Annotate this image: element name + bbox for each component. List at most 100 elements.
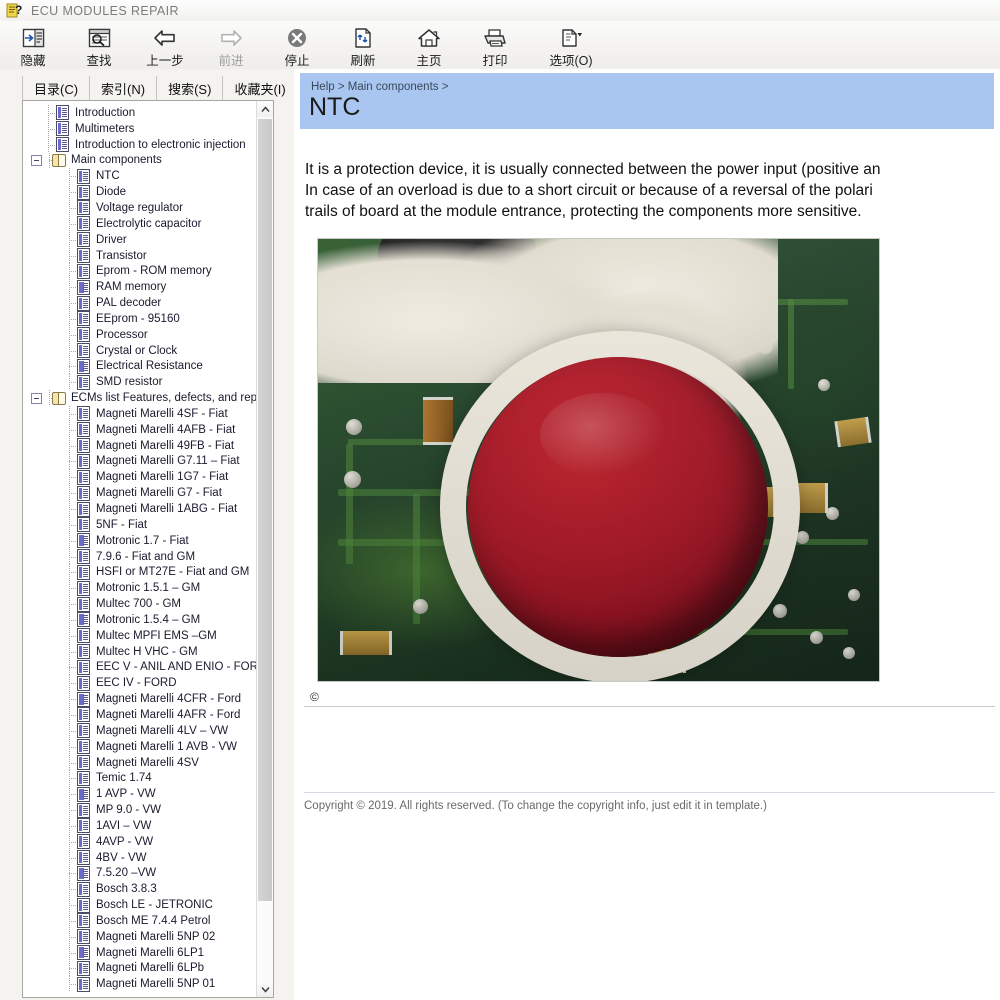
tree-item[interactable]: Magneti Marelli 5NP 01 [23,976,257,993]
tree-item[interactable]: Processor [23,326,257,343]
tree-connector [64,247,77,264]
tree-item[interactable]: RAM memory [23,279,257,295]
tree-item-label: Processor [96,328,148,341]
tree-connector [64,976,77,993]
tree-connector [64,469,77,486]
tree-item[interactable]: Electrolytic capacitor [23,215,257,232]
forward-button-label: 前进 [218,54,244,68]
tree-item[interactable]: Multec 700 - GM [23,596,257,612]
tree-item[interactable]: Voltage regulator [23,200,257,216]
tree-item[interactable]: Temic 1.74 [23,770,257,787]
tree-item[interactable]: Transistor [23,247,257,264]
tree-item[interactable]: Magneti Marelli 6LPb [23,960,257,977]
tab-index[interactable]: 索引(N) [90,76,158,100]
tree-item[interactable]: Motronic 1.7 - Fiat [23,532,257,549]
tree-item[interactable]: Motronic 1.5.4 – GM [23,612,257,628]
tree-item-label: Magneti Marelli 1ABG - Fiat [96,503,238,516]
tree-item[interactable]: 7.5.20 –VW [23,865,257,882]
document-icon [77,707,90,723]
refresh-button[interactable]: 刷新 [330,24,396,69]
home-button[interactable]: 主页 [396,24,462,69]
stop-button-label: 停止 [284,54,310,68]
options-button[interactable]: 选项(O) [528,24,614,69]
tree-item[interactable]: EEC V - ANIL AND ENIO - FORD [23,659,257,676]
tree-item[interactable]: Magneti Marelli 1ABG - Fiat [23,501,257,517]
tree-item[interactable]: EEC IV - FORD [23,675,257,692]
tree-item[interactable]: Motronic 1.5.1 – GM [23,580,257,597]
tree-item[interactable]: 4BV - VW [23,849,257,866]
tree-item[interactable]: Magneti Marelli 1G7 - Fiat [23,469,257,486]
tree-item[interactable]: Bosch ME 7.4.4 Petrol [23,913,257,929]
tree-item[interactable]: Magneti Marelli 4SV [23,754,257,771]
tree-item[interactable]: Introduction [23,105,257,121]
tree-item[interactable]: Magneti Marelli G7.11 – Fiat [23,453,257,470]
tree-item[interactable]: Main components [23,152,257,169]
tree-item[interactable]: ECMs list Features, defects, and repair [23,390,257,406]
tree-item[interactable]: Magneti Marelli 6LP1 [23,944,257,961]
tree-expander-collapse-icon[interactable] [31,392,42,404]
tree-item[interactable]: Crystal or Clock [23,342,257,359]
ntc-photo [317,238,880,682]
forward-button[interactable]: 前进 [198,24,264,69]
tree-item[interactable]: Magneti Marelli 4SF - Fiat [23,406,257,422]
tree-item[interactable]: Electrical Resistance [23,358,257,375]
forward-arrow-icon [218,26,244,49]
document-icon [77,533,90,549]
tree-connector [64,564,77,581]
tree-item-label: 7.5.20 –VW [96,867,157,880]
book-icon [52,153,66,167]
tree-item[interactable]: PAL decoder [23,295,257,311]
tree-item[interactable]: Magneti Marelli 4LV – VW [23,722,257,739]
find-button[interactable]: 查找 [66,24,132,69]
tree-item[interactable]: Multec MPFI EMS –GM [23,627,257,644]
scroll-up-arrow-icon[interactable] [257,101,273,117]
tree-item[interactable]: Bosch LE - JETRONIC [23,897,257,913]
tab-search[interactable]: 搜索(S) [157,76,224,100]
tree-item[interactable]: 1 AVP - VW [23,786,257,802]
document-icon [77,675,90,691]
tree-connector [64,865,77,882]
tree-item[interactable]: MP 9.0 - VW [23,802,257,818]
tree-connector [64,215,77,232]
tree-expander-collapse-icon[interactable] [31,154,42,166]
tree-connector [64,326,77,343]
tree-item[interactable]: Magneti Marelli G7 - Fiat [23,485,257,501]
tree-item[interactable]: 5NF - Fiat [23,516,257,533]
hide-button[interactable]: 隐藏 [0,24,66,69]
tab-contents[interactable]: 目录(C) [22,76,91,100]
print-button[interactable]: 打印 [462,24,528,69]
back-button[interactable]: 上一步 [132,24,198,69]
tree-item[interactable]: Bosch 3.8.3 [23,881,257,898]
tree-scroll-thumb[interactable] [258,119,272,901]
tree-item[interactable]: Magneti Marelli 49FB - Fiat [23,437,257,454]
tree-item[interactable]: Magneti Marelli 5NP 02 [23,928,257,945]
tree-item[interactable]: 7.9.6 - Fiat and GM [23,548,257,565]
tree-item[interactable]: Magneti Marelli 4CFR - Ford [23,691,257,707]
article-body: It is a protection device, it is usually… [305,159,1000,222]
tree-item[interactable]: Multimeters [23,120,257,137]
tree-item[interactable]: EEprom - 95160 [23,310,257,327]
tree-item[interactable]: Driver [23,231,257,248]
tree-item[interactable]: HSFI or MT27E - Fiat and GM [23,564,257,581]
tree-item[interactable]: Magneti Marelli 1 AVB - VW [23,738,257,755]
tree-item-label: NTC [96,170,120,183]
scroll-down-arrow-icon[interactable] [257,981,273,997]
document-icon [77,929,90,945]
tree-item[interactable]: NTC [23,168,257,185]
tree-item[interactable]: 4AVP - VW [23,833,257,850]
tab-favorites[interactable]: 收藏夹(I) [223,76,298,100]
contents-tree[interactable]: Introduction Multimeters Introduction to e… [22,100,274,998]
tree-item[interactable]: Multec H VHC - GM [23,643,257,660]
tree-item[interactable]: Eprom - ROM memory [23,263,257,280]
stop-button[interactable]: 停止 [264,24,330,69]
print-icon [482,26,508,49]
sidebar-tabs: 目录(C) 索引(N) 搜索(S) 收藏夹(I) [22,72,298,100]
image-copyright-mark: © [310,690,319,704]
tree-item[interactable]: Diode [23,184,257,200]
tree-item[interactable]: Magneti Marelli 4AFB - Fiat [23,421,257,438]
tree-item[interactable]: Magneti Marelli 4AFR - Ford [23,707,257,723]
tree-scrollbar[interactable] [256,101,273,997]
tree-item[interactable]: 1AVI – VW [23,817,257,834]
tree-item[interactable]: SMD resistor [23,374,257,391]
tree-item[interactable]: Introduction to electronic injection [23,136,257,153]
